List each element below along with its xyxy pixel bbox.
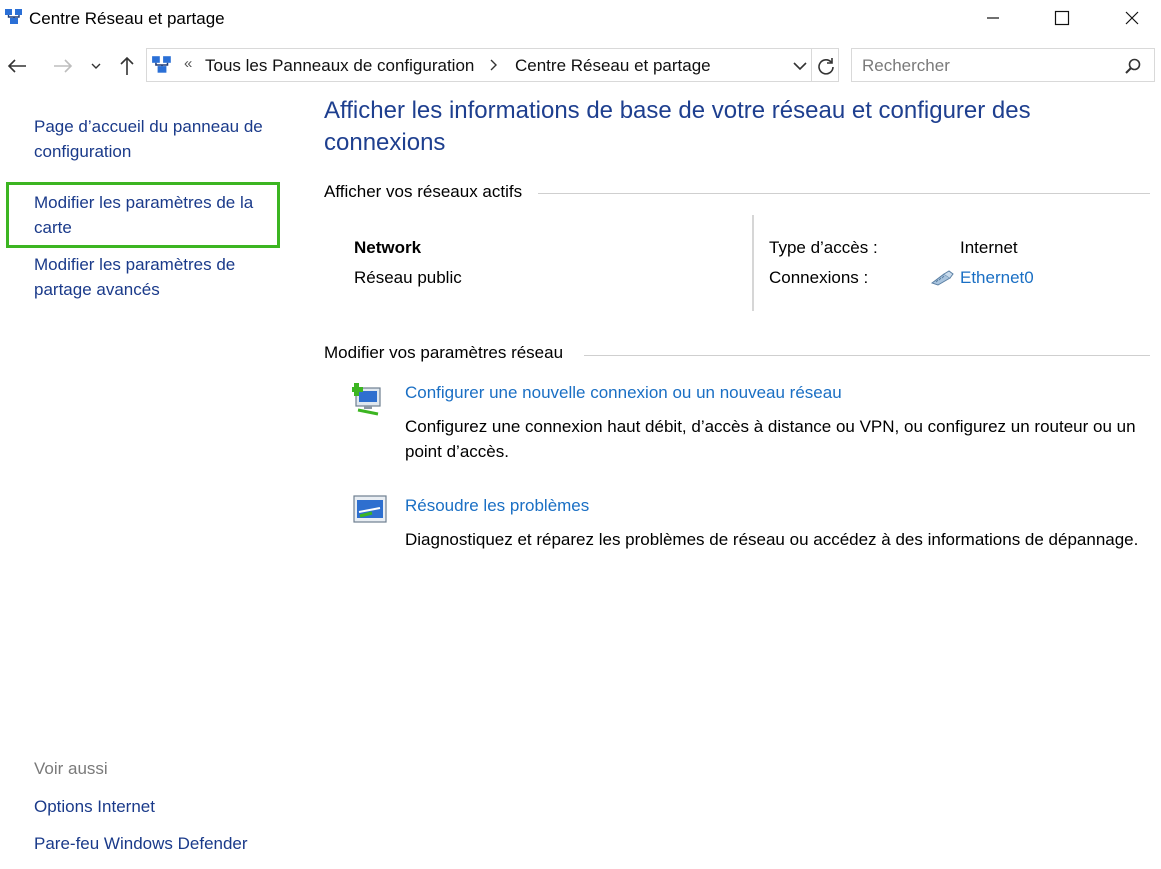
chevron-right-icon[interactable] — [488, 56, 500, 74]
address-bar[interactable]: « Tous les Panneaux de configuration Cen… — [146, 48, 839, 82]
network-center-icon — [5, 9, 22, 24]
arrow-right-icon — [54, 59, 73, 73]
title-bar: Centre Réseau et partage — [0, 0, 1161, 38]
new-connection-link[interactable]: Configurer une nouvelle connexion ou un … — [405, 383, 842, 403]
ethernet-icon — [930, 270, 954, 286]
sidebar-link-internet-options[interactable]: Options Internet — [34, 794, 155, 819]
new-connection-icon — [352, 383, 381, 416]
change-settings-heading: Modifier vos paramètres réseau — [324, 343, 574, 363]
active-networks-heading: Afficher vos réseaux actifs — [324, 182, 533, 202]
sidebar-link-advanced-sharing[interactable]: Modifier les paramètres de partage avanc… — [34, 252, 274, 302]
maximize-button[interactable] — [1039, 0, 1085, 36]
close-icon — [1125, 11, 1139, 25]
sidebar-link-control-panel-home[interactable]: Page d’accueil du panneau de configurati… — [34, 114, 284, 164]
section-divider — [584, 355, 1150, 356]
troubleshoot-description: Diagnostiquez et réparez les problèmes d… — [405, 530, 1139, 549]
network-category: Réseau public — [354, 268, 462, 287]
maximize-icon — [1054, 10, 1070, 26]
sidebar-link-adapter-settings[interactable]: Modifier les paramètres de la carte — [34, 190, 274, 240]
network-center-icon — [152, 56, 171, 73]
search-placeholder: Rechercher — [862, 56, 950, 75]
breadcrumb-overflow[interactable]: « — [184, 55, 192, 72]
window-title: Centre Réseau et partage — [29, 9, 225, 28]
breadcrumb-network-center[interactable]: Centre Réseau et partage — [515, 56, 711, 76]
search-input[interactable]: Rechercher — [851, 48, 1155, 82]
page-title: Afficher les informations de base de vot… — [324, 97, 1031, 156]
close-button[interactable] — [1109, 0, 1155, 36]
troubleshoot-icon — [353, 495, 387, 523]
section-divider — [538, 193, 1150, 194]
minimize-icon — [987, 17, 999, 19]
back-button[interactable] — [4, 52, 30, 80]
recent-locations-button[interactable] — [86, 52, 106, 80]
access-type-value: Internet — [960, 238, 1018, 257]
arrow-left-icon — [7, 59, 26, 73]
see-also-heading: Voir aussi — [34, 759, 108, 778]
new-connection-description: Configurez une connexion haut débit, d’a… — [405, 417, 1136, 461]
network-name: Network — [354, 238, 422, 257]
search-icon[interactable] — [1124, 57, 1142, 75]
ethernet-connection-link[interactable]: Ethernet0 — [960, 268, 1034, 288]
arrow-up-icon — [120, 56, 134, 75]
refresh-icon[interactable] — [815, 55, 837, 77]
chevron-down-icon[interactable] — [791, 57, 809, 75]
forward-button[interactable] — [50, 52, 76, 80]
connections-label: Connexions : — [769, 268, 869, 287]
chevron-down-icon — [91, 63, 101, 69]
breadcrumb-control-panel[interactable]: Tous les Panneaux de configuration — [205, 56, 474, 76]
sidebar-link-firewall[interactable]: Pare-feu Windows Defender — [34, 831, 248, 856]
minimize-button[interactable] — [970, 0, 1016, 36]
up-button[interactable] — [114, 52, 140, 80]
troubleshoot-link[interactable]: Résoudre les problèmes — [405, 496, 589, 516]
access-type-label: Type d’accès : — [769, 238, 878, 257]
network-divider — [752, 215, 754, 311]
address-divider — [811, 49, 812, 81]
